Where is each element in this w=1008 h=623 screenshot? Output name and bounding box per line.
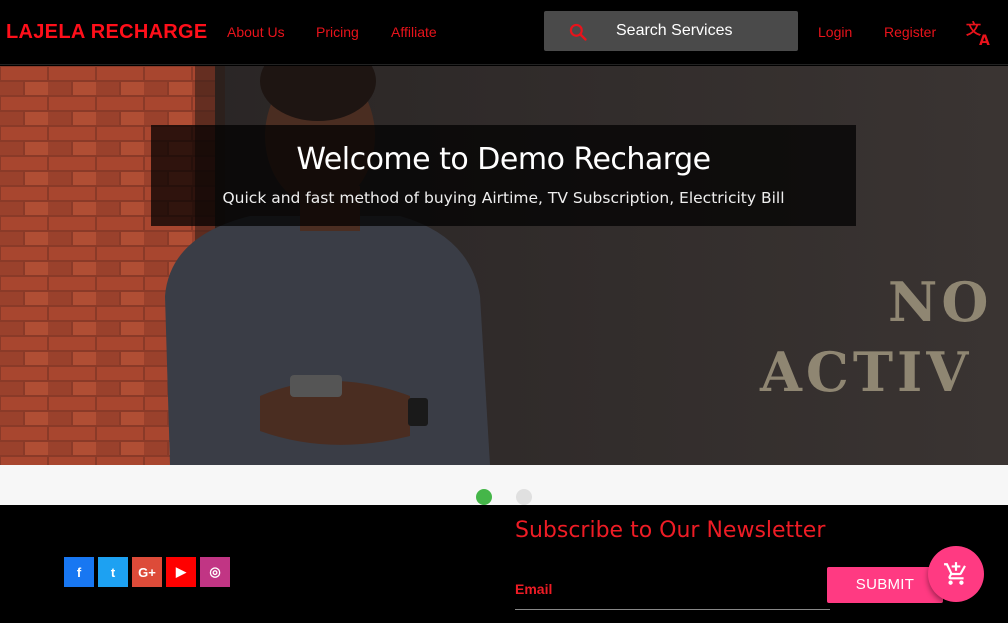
instagram-icon[interactable]: ◎: [200, 557, 230, 587]
hero-caption: Welcome to Demo Recharge Quick and fast …: [151, 125, 856, 226]
email-underline: [515, 609, 830, 610]
svg-text:NO: NO: [888, 270, 992, 334]
carousel-indicator-2[interactable]: [516, 489, 532, 505]
nav-pricing[interactable]: Pricing: [316, 24, 359, 40]
nav-affiliate[interactable]: Affiliate: [391, 24, 437, 40]
carousel-indicators: [0, 465, 1008, 505]
footer: f t G+ ▶ ◎ Subscribe to Our Newsletter E…: [0, 505, 1008, 623]
nav-login[interactable]: Login: [818, 24, 852, 40]
email-field[interactable]: Email: [515, 581, 552, 597]
carousel-indicator-1[interactable]: [476, 489, 492, 505]
hero-carousel[interactable]: NO ACTIV Welcome to Demo Recharge Quick …: [0, 66, 1008, 465]
svg-text:A: A: [979, 33, 990, 46]
page: LAJELA RECHARGE About Us Pricing Affilia…: [0, 0, 1008, 623]
search-services-button[interactable]: Search Services: [544, 11, 798, 51]
twitter-icon[interactable]: t: [98, 557, 128, 587]
navbar: LAJELA RECHARGE About Us Pricing Affilia…: [0, 0, 1008, 65]
facebook-icon[interactable]: f: [64, 557, 94, 587]
nav-about-us[interactable]: About Us: [227, 24, 285, 40]
hero-subtitle: Quick and fast method of buying Airtime,…: [222, 189, 785, 207]
search-icon: [569, 23, 587, 41]
translate-icon[interactable]: 文 A: [966, 20, 994, 46]
add-shopping-cart-icon: [944, 562, 966, 585]
svg-text:ACTIV: ACTIV: [759, 340, 972, 404]
brand-logo[interactable]: LAJELA RECHARGE: [6, 21, 208, 44]
youtube-icon[interactable]: ▶: [166, 557, 196, 587]
nav-register[interactable]: Register: [884, 24, 936, 40]
search-label: Search Services: [616, 22, 733, 39]
newsletter-title: Subscribe to Our Newsletter: [515, 518, 826, 543]
hero-title: Welcome to Demo Recharge: [296, 142, 711, 177]
add-to-cart-button[interactable]: [928, 546, 984, 602]
submit-button[interactable]: SUBMIT: [827, 567, 943, 603]
google-plus-icon[interactable]: G+: [132, 557, 162, 587]
